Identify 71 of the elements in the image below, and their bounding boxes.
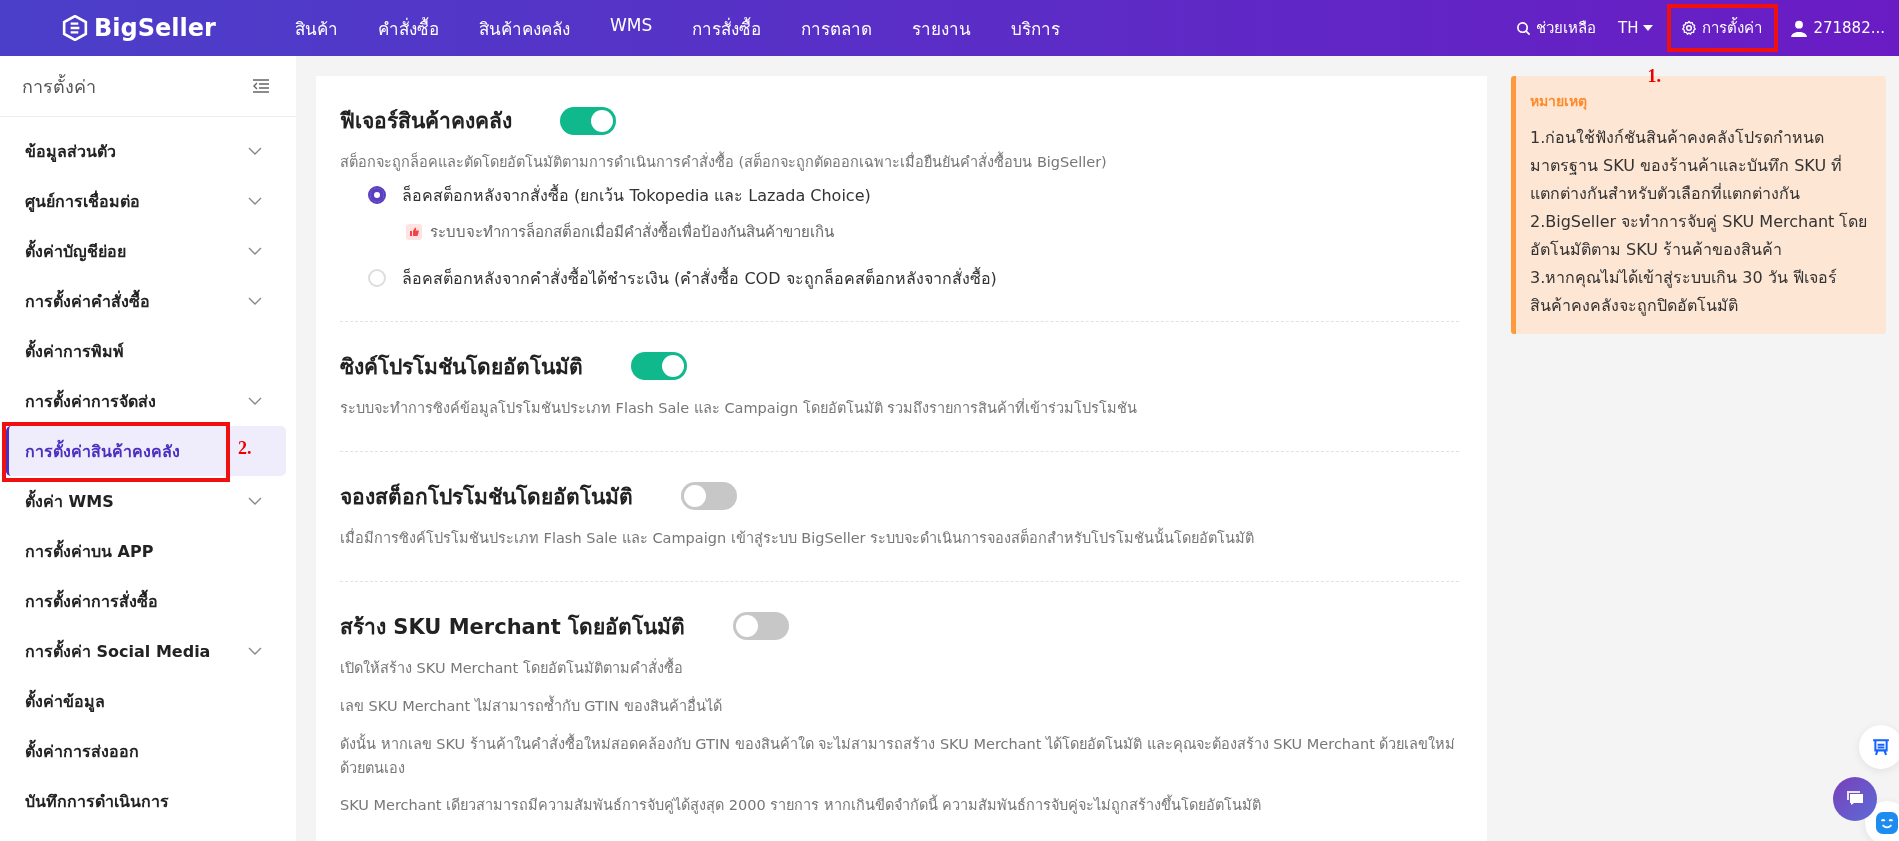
sidebar-item[interactable]: ตั้งค่าการส่งออก (6, 726, 286, 776)
note-title: หมายเหตุ (1530, 92, 1588, 112)
note-text: 3.หากคุณไม่ได้เข้าสู่ระบบเกิน 30 วัน ฟีเจอร์สินค้าคงคลังจะถูกปิดอัตโนมัติ (1530, 267, 1838, 318)
user-icon (1790, 19, 1809, 37)
nav-link[interactable]: การสั่งซื้อ (692, 14, 762, 42)
description-text: ดังนั้น หากเลข SKU ร้านค้าในคำสั่งซื้อใหม่สอดคล้องกับ GTIN ของสินค้าใด จะไม่สามารถสร้าง SKU Merchant ได้โดยอัตโนมัติ และคุณจะต้องสร้าง SKU Merchant ด้วยเลขใหม่ด้วยตนเอง (340, 732, 1457, 778)
chevron-down-icon (248, 297, 262, 305)
section-title: จองสต็อกโปรโมชันโดยอัตโนมัติ (340, 482, 633, 511)
language-selector[interactable]: TH (1617, 19, 1654, 37)
sidebar-item[interactable]: ตั้งค่า WMS (6, 476, 286, 526)
annotation-number: 1. (1647, 66, 1661, 87)
toggle-switch[interactable] (681, 482, 737, 511)
description-text: เลข SKU Merchant ไม่สามารถซ้ำกับ GTIN ของสินค้าอื่นได้ (340, 694, 723, 716)
option-label: ล็อคสต็อกหลังจากสั่งซื้อ (ยกเว้น Tokopedia และ Lazada Choice) (402, 183, 871, 207)
settings-icon (1681, 20, 1698, 36)
note-text: 2.BigSeller จะทำการจับคู่ SKU Merchant โดยอัตโนมัติตาม SKU ร้านค้าของสินค้า (1530, 211, 1868, 261)
board-icon (1872, 738, 1890, 756)
description-text: ระบบจะทำการซิงค์ข้อมูลโปรโมชันประเภท Flash Sale และ Campaign โดยอัตโนมัติ รวมถึงรายการสินค้าที่เข้าร่วมโปรโมชัน (340, 397, 1139, 419)
description-text: เปิดให้สร้าง SKU Merchant โดยอัตโนมัติตามคำสั่งซื้อ (340, 656, 684, 678)
nav-link[interactable]: การตลาด (801, 14, 873, 42)
nav-link[interactable]: WMS (610, 14, 653, 42)
sidebar-item[interactable]: การตั้งค่าคำสั่งซื้อ (6, 276, 286, 326)
hint-text: ระบบจะทำการล็อกสต็อกเมื่อมีคำสั่งซื้อเพื่อป้องกันสินค้าขายเกิน (430, 220, 834, 243)
sidebar-item[interactable]: ตั้งค่าการพิมพ์ (6, 326, 286, 376)
description-text: SKU Merchant เดียวสามารถมีความสัมพันธ์การจับคู่ได้สูงสุด 2000 รายการ หากเกินขีดจำกัดนี้ ความสัมพันธ์การจับคู่จะไม่ถูกสร้างขึ้นโดยอัตโนมัติ (340, 794, 1459, 819)
collapse-menu-icon[interactable] (252, 79, 270, 93)
sidebar-item[interactable]: ศูนย์การเชื่อมต่อ (6, 176, 286, 226)
search-icon (1515, 20, 1531, 36)
sidebar-item[interactable]: ข้อมูลส่วนตัว (6, 126, 286, 176)
chat-icon (1845, 790, 1865, 808)
description-text: สต็อกจะถูกล็อคและตัดโดยอัตโนมัติตามการดำเนินการคำสั่งซื้อ (สต็อกจะถูกตัดออกเฉพาะเมื่อยืนยันคำสั่งซื้อบน BigSeller) (340, 151, 1459, 175)
user-menu[interactable]: 271882... (1790, 19, 1885, 37)
nav-link[interactable]: คำสั่งซื้อ (378, 14, 439, 42)
feedback-button[interactable] (1859, 725, 1899, 769)
section-title: ฟีเจอร์สินค้าคงคลัง (340, 108, 512, 135)
sidebar-item[interactable]: การตั้งค่า Social Media (6, 626, 286, 676)
thumbs-up-icon (406, 223, 422, 240)
logo-wordmark[interactable]: BigSeller (94, 14, 216, 42)
smiley-icon (1876, 812, 1898, 834)
chevron-down-icon (248, 247, 262, 255)
sidebar-item[interactable]: การตั้งค่าบน APP (6, 526, 286, 576)
chevron-down-icon (248, 397, 262, 405)
toggle-switch[interactable] (631, 352, 687, 381)
nav-link[interactable]: รายงาน (912, 14, 972, 42)
section-title: สร้าง SKU Merchant โดยอัตโนมัติ (340, 613, 686, 641)
radio-button[interactable] (368, 186, 386, 205)
sidebar-item[interactable]: การตั้งค่าการสั่งซื้อ (6, 576, 286, 626)
nav-link[interactable]: บริการ (1011, 14, 1061, 42)
chevron-down-icon (248, 647, 262, 655)
section-title: ซิงค์โปรโมชันโดยอัตโนมัติ (340, 353, 583, 381)
chevron-down-icon (248, 497, 262, 505)
annotation-number: 2. (238, 438, 252, 459)
toggle-switch[interactable] (733, 612, 790, 641)
toggle-switch[interactable] (560, 106, 616, 135)
description-text: เมื่อมีการซิงค์โปรโมชันประเภท Flash Sale และ Campaign เข้าสู่ระบบ BigSeller ระบบจะดำเนินการจองสต็อกสำหรับโปรโมชันนั้นโดยอัตโนมัติ (340, 526, 1256, 549)
sidebar-item[interactable]: ตั้งค่าบัญชีย่อย (6, 226, 286, 276)
option-label: ล็อคสต็อกหลังจากคำสั่งซื้อได้ชำระเงิน (คำสั่งซื้อ COD จะถูกล็อคสต็อกหลังจากสั่งซื้อ) (402, 266, 997, 291)
chevron-down-icon (248, 147, 262, 155)
nav-link[interactable]: สินค้า (295, 14, 338, 42)
logo-icon (62, 15, 88, 41)
chevron-down-icon (248, 197, 262, 205)
nav-link[interactable]: สินค้าคงคลัง (479, 14, 570, 42)
sidebar-title: การตั้งค่า (22, 73, 96, 99)
settings-link[interactable]: การตั้งค่า (1675, 8, 1769, 48)
help-link[interactable]: ช่วยเหลือ (1515, 16, 1596, 40)
sidebar-item[interactable]: ตั้งค่าข้อมูล (6, 676, 286, 726)
note-text: 1.ก่อนใช้ฟังก์ชันสินค้าคงคลังโปรดกำหนดมาตรฐาน SKU ของร้านค้าและบันทึก SKU ที่แตกต่างกันสำหรับตัวเลือกที่แตกต่างกัน (1530, 127, 1844, 205)
chat-button[interactable] (1833, 777, 1877, 821)
caret-icon (1643, 25, 1654, 31)
sidebar-item[interactable]: การตั้งค่าการจัดส่ง (6, 376, 286, 426)
sidebar-item[interactable]: บันทึกการดำเนินการ (6, 776, 286, 826)
